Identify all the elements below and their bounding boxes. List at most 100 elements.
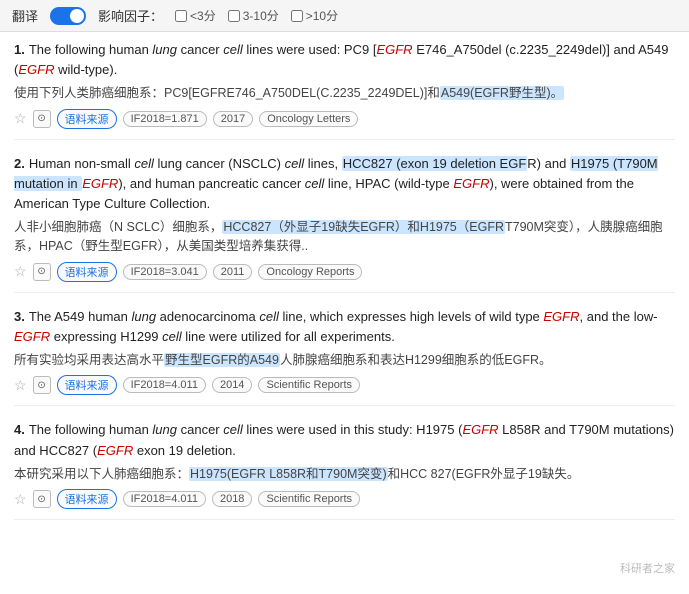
result-english-3: 3.The A549 human lung adenocarcinoma cel… (14, 307, 675, 347)
normal-text: The following human (29, 42, 153, 57)
egfr-term: EGFR (82, 176, 118, 191)
chinese-highlighted-text: 野生型EGFR的A549 (164, 353, 280, 367)
source-tag[interactable]: 语料来源 (57, 109, 117, 129)
copy-icon[interactable]: ⊙ (33, 490, 51, 508)
normal-text: line, HPAC (wild-type (324, 176, 453, 191)
copy-icon[interactable]: ⊙ (33, 110, 51, 128)
egfr-term: EGFR (14, 329, 50, 344)
result-item-4: 4.The following human lung cancer cell l… (14, 420, 675, 520)
normal-text: cancer (177, 42, 223, 57)
watermark: 科研者之家 (620, 560, 675, 576)
normal-text: lines were used: PC9 [ (243, 42, 377, 57)
source-tag[interactable]: 语料来源 (57, 375, 117, 395)
result-item-2: 2. Human non-small cell lung cancer (NSCL… (14, 154, 675, 293)
normal-text: ), and human pancreatic cancer (118, 176, 304, 191)
chinese-normal-text: 使用下列人类肺癌细胞系：PC9[EGFRE746_A750DEL(C.2235_… (14, 86, 440, 100)
if-tag[interactable]: IF2018=3.041 (123, 264, 207, 280)
journal-tag[interactable]: Oncology Letters (259, 111, 358, 127)
result-english-4: 4.The following human lung cancer cell l… (14, 420, 675, 460)
normal-text: Human non-small (29, 156, 135, 171)
toolbar: 翻译 影响因子： <3分 3-10分 >10分 (0, 0, 689, 32)
italic-term: cell (134, 156, 154, 171)
result-chinese-4: 本研究采用以下人肺癌细胞系：H1975(EGFR L858R和T790M突变)和… (14, 465, 675, 484)
action-bar-1: ☆ ⊙ 语料来源 IF2018=1.871 2017 Oncology Letters (14, 109, 675, 129)
italic-term: cell (259, 309, 279, 324)
italic-term: cell (223, 422, 243, 437)
egfr-term: EGFR (18, 62, 54, 77)
italic-term: lung (152, 422, 177, 437)
normal-text: expressing H1299 (50, 329, 162, 344)
star-icon[interactable]: ☆ (14, 491, 27, 508)
filter-gt10[interactable]: >10分 (291, 7, 338, 24)
result-number: 1. (14, 42, 25, 57)
copy-icon[interactable]: ⊙ (33, 376, 51, 394)
result-english-2: 2. Human non-small cell lung cancer (NSCL… (14, 154, 675, 214)
year-tag[interactable]: 2014 (212, 377, 252, 393)
journal-tag[interactable]: Oncology Reports (258, 264, 362, 280)
normal-text: line, which expresses high levels of wil… (279, 309, 543, 324)
copy-icon[interactable]: ⊙ (33, 263, 51, 281)
normal-text: adenocarcinoma (156, 309, 259, 324)
source-tag[interactable]: 语料来源 (57, 262, 117, 282)
filter-lt3[interactable]: <3分 (175, 7, 216, 24)
result-chinese-2: 人非小细胞肺癌（N SCLC）细胞系，HCC827（外显子19缺失EGFR）和H… (14, 218, 675, 257)
result-english-1: 1.The following human lung cancer cell l… (14, 40, 675, 80)
action-bar-3: ☆ ⊙ 语料来源 IF2018=4.011 2014 Scientific Reports (14, 375, 675, 395)
source-tag[interactable]: 语料来源 (57, 489, 117, 509)
normal-text: , and the low- (580, 309, 658, 324)
journal-tag[interactable]: Scientific Reports (258, 377, 360, 393)
egfr-term: EGFR (462, 422, 498, 437)
chinese-normal-text: 所有实验均采用表达高水平 (14, 353, 164, 367)
normal-text: wild-type). (54, 62, 117, 77)
chinese-highlighted-text: HCC827（外显子19缺失EGFR）和H1975（EGFR (222, 220, 505, 234)
if-tag[interactable]: IF2018=4.011 (123, 377, 206, 393)
italic-term: cell (162, 329, 182, 344)
year-tag[interactable]: 2018 (212, 491, 252, 507)
result-item-1: 1.The following human lung cancer cell l… (14, 40, 675, 140)
italic-term: cell (285, 156, 305, 171)
italic-term: cell (223, 42, 243, 57)
chinese-highlighted-text: H1975(EGFR L858R和T790M突变) (189, 467, 388, 481)
normal-text: cancer (177, 422, 223, 437)
normal-text: line were utilized for all experiments. (182, 329, 395, 344)
results-container: 1. The following human lung cancer cell l… (0, 32, 689, 542)
normal-text: lung cancer (NSCLC) (154, 156, 285, 171)
action-bar-2: ☆ ⊙ 语料来源 IF2018=3.041 2011 Oncology Reports (14, 262, 675, 282)
chinese-normal-text: 人非小细胞肺癌（N SCLC）细胞系， (14, 220, 222, 234)
chinese-normal-text: 本研究采用以下人肺癌细胞系： (14, 467, 189, 481)
italic-term: lung (131, 309, 156, 324)
year-tag[interactable]: 2017 (213, 111, 253, 127)
egfr-term: EGFR (376, 42, 412, 57)
egfr-term: EGFR (97, 443, 133, 458)
star-icon[interactable]: ☆ (14, 263, 27, 280)
star-icon[interactable]: ☆ (14, 377, 27, 394)
translate-label: 翻译 (12, 6, 38, 25)
filter-gt10-checkbox[interactable] (291, 10, 303, 22)
italic-term: cell (305, 176, 325, 191)
normal-text: exon 19 deletion. (133, 443, 236, 458)
year-tag[interactable]: 2011 (213, 264, 253, 280)
if-tag[interactable]: IF2018=4.011 (123, 491, 206, 507)
toggle-thumb (70, 9, 84, 23)
normal-text: lines were used in this study: H1975 ( (243, 422, 463, 437)
result-number: 2. (14, 156, 25, 171)
result-number: 4. (14, 422, 25, 437)
if-tag[interactable]: IF2018=1.871 (123, 111, 207, 127)
normal-text: The A549 human (29, 309, 132, 324)
toggle-track (50, 7, 86, 25)
action-bar-4: ☆ ⊙ 语料来源 IF2018=4.011 2018 Scientific Reports (14, 489, 675, 509)
filter-lt3-checkbox[interactable] (175, 10, 187, 22)
filter-3-10-checkbox[interactable] (228, 10, 240, 22)
normal-text: lines, (304, 156, 342, 171)
chinese-normal-text: 和HCC 827(EGFR外显子19缺失。 (388, 467, 580, 481)
result-chinese-1: 使用下列人类肺癌细胞系：PC9[EGFRE746_A750DEL(C.2235_… (14, 84, 675, 103)
egfr-term: EGFR (453, 176, 489, 191)
result-item-3: 3.The A549 human lung adenocarcinoma cel… (14, 307, 675, 407)
filter-3-10[interactable]: 3-10分 (228, 7, 279, 24)
journal-tag[interactable]: Scientific Reports (258, 491, 360, 507)
egfr-term: EGFR (543, 309, 579, 324)
normal-text: R) and (527, 156, 570, 171)
translate-toggle[interactable] (50, 7, 86, 25)
impact-factor-label: 影响因子： (98, 6, 163, 25)
star-icon[interactable]: ☆ (14, 110, 27, 127)
